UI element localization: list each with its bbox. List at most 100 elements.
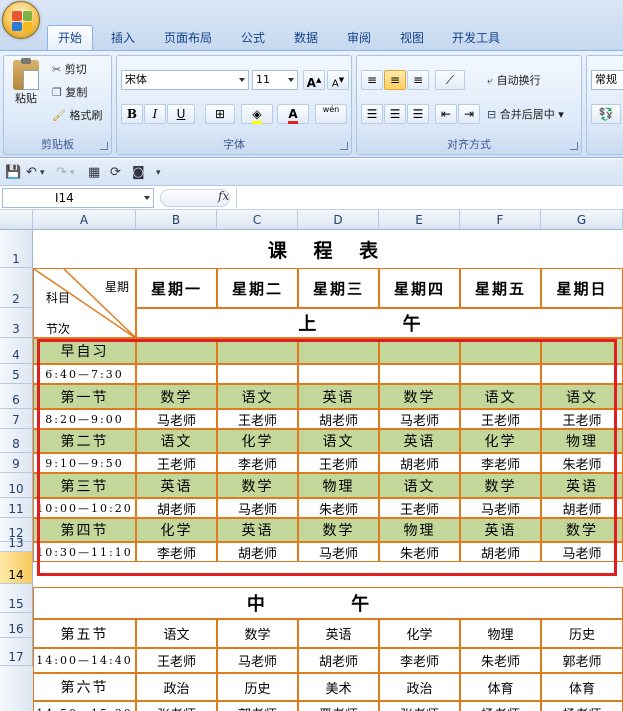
row-header-3[interactable]: 3 [0,308,33,338]
formula-input[interactable] [236,188,623,208]
subject-cell[interactable]: 语文 [217,384,298,409]
subject-cell[interactable]: 物理 [379,518,460,542]
subject-cell[interactable] [298,338,379,364]
row-header-2[interactable]: 2 [0,268,33,308]
subject-cell[interactable]: 英语 [136,473,217,498]
alignment-launcher-icon[interactable] [570,142,578,150]
clipboard-launcher-icon[interactable] [100,142,108,150]
chevron-down-icon[interactable]: ▾ [70,168,75,178]
row-header-14[interactable]: 14 [0,552,33,584]
period-cell[interactable]: 6:40—7:30 [33,364,136,384]
subject-cell[interactable]: 语文 [460,384,541,409]
camera-icon[interactable]: ◙ [132,165,145,180]
teacher-cell[interactable] [379,364,460,384]
subject-cell[interactable]: 英语 [298,619,379,648]
teacher-cell[interactable] [136,364,217,384]
select-all-corner[interactable] [0,210,33,230]
teacher-cell[interactable]: 李老师 [379,648,460,673]
teacher-cell[interactable]: 马老师 [298,542,379,562]
row-header-6[interactable]: 6 [0,384,33,409]
teacher-cell[interactable]: 朱老师 [460,648,541,673]
subject-cell[interactable]: 政治 [379,673,460,701]
row-header-16[interactable]: 16 [0,613,33,638]
period-cell[interactable]: 早自习 [33,338,136,364]
column-header-g[interactable]: G [541,210,623,230]
weekday-header[interactable]: 星期五 [460,268,541,308]
merge-center-button[interactable]: ⊟ 合并后居中 ▾ [487,106,564,122]
teacher-cell[interactable] [217,364,298,384]
format-painter-button[interactable]: 🖌 格式刷 [52,107,102,123]
header-corner-cell[interactable]: 星期 科目 节次 [33,268,136,338]
teacher-cell[interactable]: 马老师 [217,648,298,673]
subject-cell[interactable]: 化学 [217,429,298,453]
bold-button[interactable]: B [121,104,143,124]
teacher-cell[interactable]: 胡老师 [298,409,379,429]
teacher-cell[interactable]: 马老师 [541,542,623,562]
subject-cell[interactable]: 语文 [136,429,217,453]
row-header-10[interactable]: 10 [0,473,33,498]
period-cell[interactable]: 第五节 [33,619,136,648]
align-left-button[interactable]: ☰ [361,104,383,124]
period-cell[interactable]: 10:30—11:10 [33,542,136,562]
teacher-cell[interactable]: 马老师 [136,409,217,429]
period-cell[interactable]: 第三节 [33,473,136,498]
worksheet-grid[interactable]: 课 程 表 星期 科目 节次 星期一 星期二 星期三 星期四 星期五 星期日 上 午 早自… [33,230,623,711]
teacher-cell[interactable]: 胡老师 [379,453,460,473]
period-cell[interactable]: 14:00—14:40 [33,648,136,673]
tab-developer[interactable]: 开发工具 [443,26,509,50]
subject-cell[interactable]: 数学 [298,518,379,542]
teacher-cell[interactable]: 杨老师 [460,701,541,711]
subject-cell[interactable]: 数学 [541,518,623,542]
save-icon[interactable]: 💾 [5,165,21,180]
tab-view[interactable]: 视图 [389,26,435,50]
row-header-7[interactable]: 7 [0,409,33,429]
italic-button[interactable]: I [144,104,166,124]
insert-function-icon[interactable]: fx [218,189,229,203]
subject-cell[interactable]: 物理 [460,619,541,648]
align-middle-button[interactable]: ≡ [384,70,406,90]
subject-cell[interactable] [136,338,217,364]
excel-icon[interactable]: ▦ [88,165,100,180]
subject-cell[interactable]: 数学 [217,473,298,498]
subject-cell[interactable] [217,338,298,364]
teacher-cell[interactable]: 马老师 [460,498,541,518]
noon-banner[interactable]: 中 午 [33,587,623,619]
teacher-cell[interactable]: 王老师 [298,453,379,473]
teacher-cell[interactable]: 王老师 [379,498,460,518]
column-header-d[interactable]: D [298,210,379,230]
decrease-indent-button[interactable]: ⇤ [435,104,457,124]
subject-cell[interactable] [541,338,623,364]
teacher-cell[interactable]: 马老师 [217,498,298,518]
cut-button[interactable]: ✂ 剪切 [52,61,87,77]
row-header-8[interactable]: 8 [0,429,33,453]
subject-cell[interactable]: 体育 [541,673,623,701]
number-format-select[interactable]: 常规 [591,70,623,90]
subject-cell[interactable]: 数学 [379,384,460,409]
align-bottom-button[interactable]: ≡ [407,70,429,90]
schedule-title[interactable]: 课 程 表 [33,230,623,268]
teacher-cell[interactable]: 杨老师 [541,701,623,711]
font-launcher-icon[interactable] [340,142,348,150]
font-size-select[interactable]: 11 [252,70,298,90]
teacher-cell[interactable] [541,364,623,384]
teacher-cell[interactable]: 李老师 [217,453,298,473]
teacher-cell[interactable]: 朱老师 [298,498,379,518]
period-cell[interactable]: 第六节 [33,673,136,701]
teacher-cell[interactable]: 王老师 [217,409,298,429]
subject-cell[interactable]: 化学 [460,429,541,453]
subject-cell[interactable]: 英语 [298,384,379,409]
teacher-cell[interactable]: 王老师 [136,453,217,473]
teacher-cell[interactable]: 李老师 [136,542,217,562]
teacher-cell[interactable]: 李老师 [460,453,541,473]
teacher-cell[interactable]: 王老师 [460,409,541,429]
teacher-cell[interactable]: 王老师 [136,648,217,673]
orientation-button[interactable]: ⟋ [435,70,465,90]
name-box[interactable]: I14 [2,188,154,208]
subject-cell[interactable]: 数学 [217,619,298,648]
column-header-a[interactable]: A [33,210,136,230]
teacher-cell[interactable]: 严老师 [298,701,379,711]
teacher-cell[interactable]: 胡老师 [460,542,541,562]
phonetic-button[interactable]: wén [315,104,347,124]
teacher-cell[interactable]: 胡老师 [541,498,623,518]
subject-cell[interactable]: 数学 [460,473,541,498]
